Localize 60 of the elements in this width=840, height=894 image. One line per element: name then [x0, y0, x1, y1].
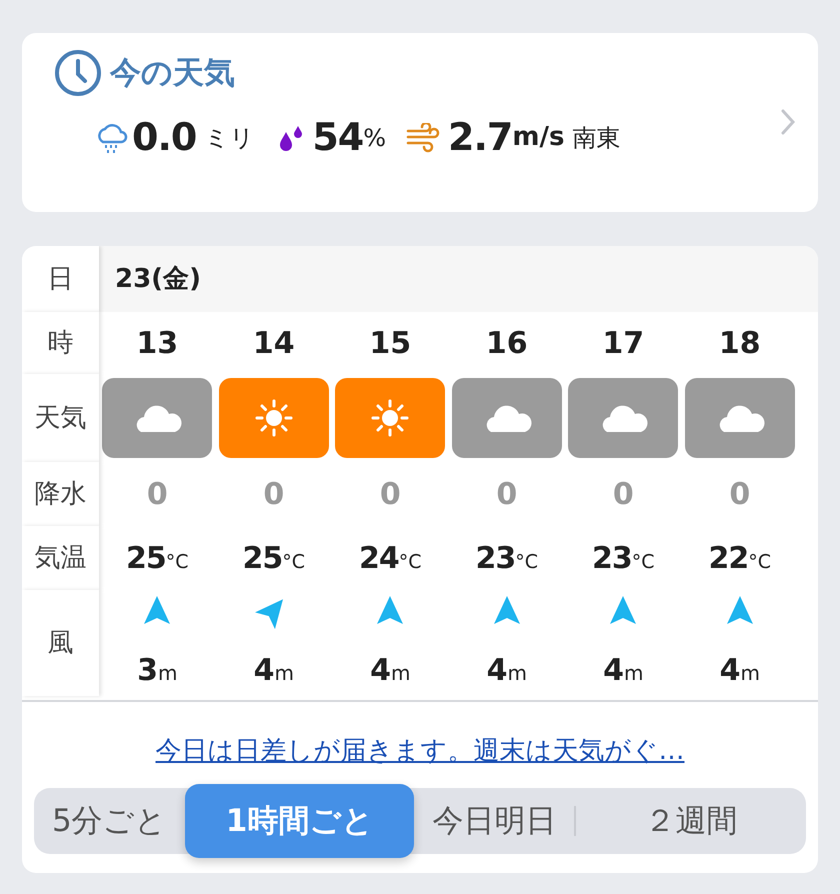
temperature-value: 22 [708, 540, 748, 576]
interval-tab[interactable]: ２週間 [576, 784, 806, 858]
precipitation-value: 0 [612, 476, 634, 514]
temperature-value: 25 [242, 540, 282, 576]
hour-value: 13 [136, 324, 178, 362]
humidity-unit: % [363, 122, 386, 154]
weather-label: 天気 [34, 402, 86, 434]
wind-speed: 4 [720, 652, 740, 688]
hour-value: 14 [252, 324, 295, 362]
wind-unit: m [507, 660, 527, 684]
wind-speed: 3 [137, 652, 158, 688]
precipitation-value: 0 [496, 476, 518, 514]
temperature-value: 23 [592, 540, 632, 576]
wind-speed: 4 [254, 652, 274, 688]
water-drops-icon [278, 124, 304, 152]
precipitation-value: 0 [380, 476, 401, 514]
hour-label: 時 [48, 326, 74, 360]
precipitation-value: 0 [146, 476, 168, 514]
wind-speed: 4 [486, 652, 508, 688]
precipitation-value: 0 [263, 476, 284, 514]
rainfall-unit: ミリ [204, 122, 254, 154]
precipitation-value: 0 [729, 476, 750, 514]
wind-label: 風 [48, 626, 74, 660]
temperature-label: 気温 [34, 542, 86, 574]
interval-tab[interactable]: 1時間ごと [184, 784, 414, 858]
hour-value: 16 [486, 324, 528, 362]
wind-speed: 4 [370, 652, 391, 688]
clock-icon [54, 49, 102, 97]
wind-unit: m [390, 660, 410, 684]
rainfall-value: 0.0 [132, 114, 196, 161]
temperature-unit: °C [515, 550, 538, 572]
wind-unit: m [624, 660, 644, 684]
wind-icon [406, 122, 440, 152]
hour-value: 18 [718, 324, 761, 362]
wind-unit: m [274, 660, 294, 684]
wind-speed-value: 2.7 [448, 114, 512, 161]
wind-direction: 南東 [572, 122, 620, 154]
temperature-unit: °C [166, 550, 189, 572]
wind-speed-unit: m/s [512, 121, 564, 154]
chevron-right-icon[interactable] [780, 108, 796, 136]
temperature-unit: °C [632, 550, 655, 572]
hour-value: 15 [369, 324, 412, 362]
temperature-value: 25 [126, 540, 166, 576]
temperature-unit: °C [282, 550, 306, 572]
temperature-value: 23 [475, 540, 516, 576]
temperature-unit: °C [748, 550, 772, 572]
wind-unit: m [158, 660, 178, 684]
current-weather-title: 今の天気 [110, 54, 235, 93]
headline-link[interactable]: 今日は日差しが届きます。週末は天気がぐ… [156, 736, 684, 766]
temperature-value: 24 [358, 540, 399, 576]
interval-tab[interactable]: 5分ごと [34, 784, 185, 858]
date-label: 日 [48, 262, 74, 296]
date-header: 23(金) [99, 246, 818, 312]
humidity-value: 54 [312, 114, 364, 161]
wind-unit: m [740, 660, 760, 684]
interval-tab[interactable]: 今日明日 [414, 784, 574, 858]
wind-speed: 4 [603, 652, 624, 688]
temperature-unit: °C [398, 550, 422, 572]
hour-value: 17 [602, 324, 644, 362]
precipitation-label: 降水 [34, 478, 86, 510]
